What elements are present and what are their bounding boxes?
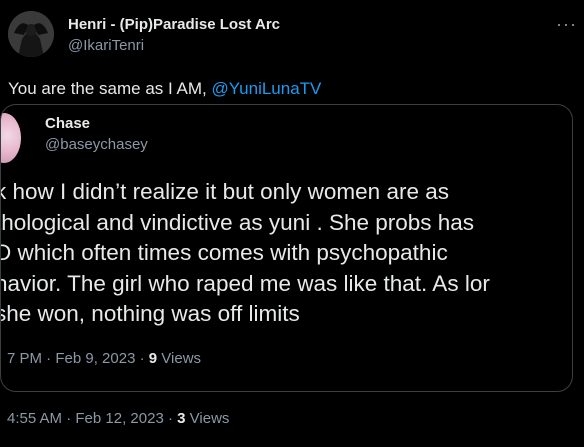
- quote-views-count: 9: [148, 350, 158, 367]
- quote-line: havior. The girl who raped me was like t…: [0, 270, 490, 296]
- mention-link[interactable]: @YuniLunaTV: [212, 79, 322, 98]
- quote-author-name[interactable]: Chase: [45, 115, 90, 132]
- tweet-text: You are the same as I AM, @YuniLunaTV: [8, 79, 321, 99]
- quote-date[interactable]: Feb 9, 2023: [55, 350, 135, 367]
- quoted-tweet[interactable]: Chase @baseychasey k how I didn’t realiz…: [0, 104, 573, 392]
- quote-time[interactable]: 7 PM: [7, 350, 42, 367]
- quote-line: k how I didn’t realize it but only women…: [0, 179, 449, 204]
- tweet-metadata: 4:55 AM · Feb 12, 2023 · 3 Views: [7, 410, 230, 427]
- author-avatar[interactable]: [8, 11, 54, 57]
- ellipsis-icon[interactable]: ···: [556, 14, 577, 35]
- quote-line: thological and vindictive as yuni . She …: [0, 209, 475, 235]
- tweet-date[interactable]: Feb 12, 2023: [75, 410, 163, 427]
- tweet-views-label: Views: [189, 410, 230, 427]
- quote-line: D which often times comes with psychopat…: [0, 240, 448, 265]
- dark-figure-avatar-icon: [8, 11, 54, 57]
- tweet-time[interactable]: 4:55 AM: [7, 410, 62, 427]
- quote-metadata: 7 PM · Feb 9, 2023 · 9 Views: [7, 350, 202, 367]
- quote-line: she won, nothing was off limits: [0, 301, 300, 326]
- tweet-views-count: 3: [177, 410, 186, 427]
- quote-views-label: Views: [161, 350, 202, 367]
- quote-author-avatar[interactable]: [1, 113, 21, 163]
- quote-text: k how I didn’t realize it but only women…: [0, 177, 572, 330]
- author-handle[interactable]: @IkariTenri: [68, 37, 144, 54]
- quote-author-handle[interactable]: @baseychasey: [45, 136, 148, 153]
- tweet-body: You are the same as I AM,: [8, 79, 212, 98]
- author-name[interactable]: Henri - (Pip)Paradise Lost Arc: [68, 16, 280, 33]
